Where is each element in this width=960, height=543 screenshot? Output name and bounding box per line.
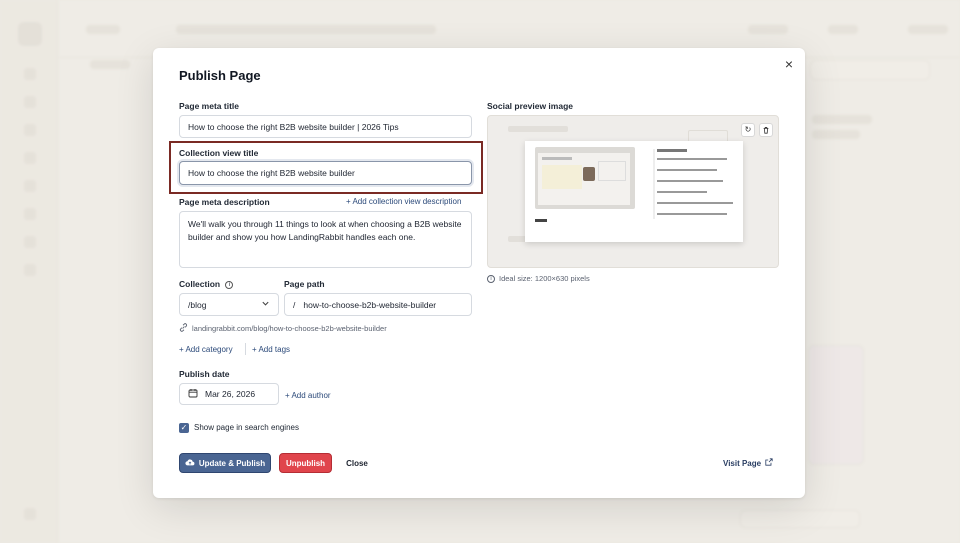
unpublish-button[interactable]: Unpublish (279, 453, 332, 473)
collection-view-title-input[interactable]: How to choose the right B2B website buil… (179, 161, 472, 185)
add-author-link[interactable]: + Add author (285, 391, 331, 400)
page-url[interactable]: landingrabbit.com/blog/how-to-choose-b2b… (179, 323, 387, 334)
calendar-icon (188, 388, 198, 400)
show-in-search-label: Show page in search engines (194, 423, 299, 432)
meta-description-label: Page meta description (179, 197, 270, 207)
add-category-link[interactable]: + Add category (179, 345, 233, 354)
close-icon[interactable]: × (781, 56, 797, 72)
link-icon (179, 323, 188, 334)
social-preview-label: Social preview image (487, 101, 573, 111)
info-icon: i (487, 274, 495, 283)
chevron-down-icon (261, 299, 270, 310)
page-path-input[interactable]: / how-to-choose-b2b-website-builder (284, 293, 472, 316)
meta-description-value: We'll walk you through 11 things to look… (188, 219, 462, 242)
preview-size-hint: i Ideal size: 1200×630 pixels (487, 274, 590, 283)
add-tags-link[interactable]: + Add tags (252, 345, 290, 354)
preview-avatar (583, 167, 595, 181)
meta-title-value: How to choose the right B2B website buil… (188, 121, 399, 132)
collection-select[interactable]: /blog (179, 293, 279, 316)
publish-page-modal: Publish Page × Page meta title How to ch… (153, 48, 805, 498)
external-link-icon (765, 458, 773, 468)
social-preview-image[interactable]: ↻ (487, 115, 779, 268)
cloud-upload-icon (185, 458, 195, 469)
update-publish-button[interactable]: Update & Publish (179, 453, 271, 473)
preview-page-mock (525, 141, 743, 242)
collection-label: Collection i (179, 279, 234, 289)
show-in-search-checkbox[interactable]: ✓ (179, 423, 189, 433)
modal-title: Publish Page (179, 68, 261, 83)
info-icon: i (225, 280, 234, 289)
collection-value: /blog (188, 299, 207, 310)
divider (245, 343, 246, 355)
visit-page-link[interactable]: Visit Page (723, 458, 773, 468)
meta-description-textarea[interactable]: We'll walk you through 11 things to look… (179, 211, 472, 268)
refresh-icon[interactable]: ↻ (741, 123, 755, 137)
collection-view-title-value: How to choose the right B2B website buil… (188, 168, 355, 178)
add-collection-view-description-link[interactable]: + Add collection view description (346, 197, 461, 206)
publish-date-label: Publish date (179, 369, 230, 379)
page-path-label: Page path (284, 279, 325, 289)
close-button[interactable]: Close (340, 453, 374, 473)
meta-title-label: Page meta title (179, 101, 239, 111)
page-path-value: how-to-choose-b2b-website-builder (303, 299, 437, 310)
page-path-prefix: / (293, 299, 296, 310)
publish-date-value: Mar 26, 2026 (205, 389, 256, 399)
page-url-text: landingrabbit.com/blog/how-to-choose-b2b… (192, 324, 387, 333)
collection-view-title-label: Collection view title (179, 148, 259, 158)
meta-title-input[interactable]: How to choose the right B2B website buil… (179, 115, 472, 138)
trash-icon[interactable] (759, 123, 773, 137)
publish-date-input[interactable]: Mar 26, 2026 (179, 383, 279, 405)
